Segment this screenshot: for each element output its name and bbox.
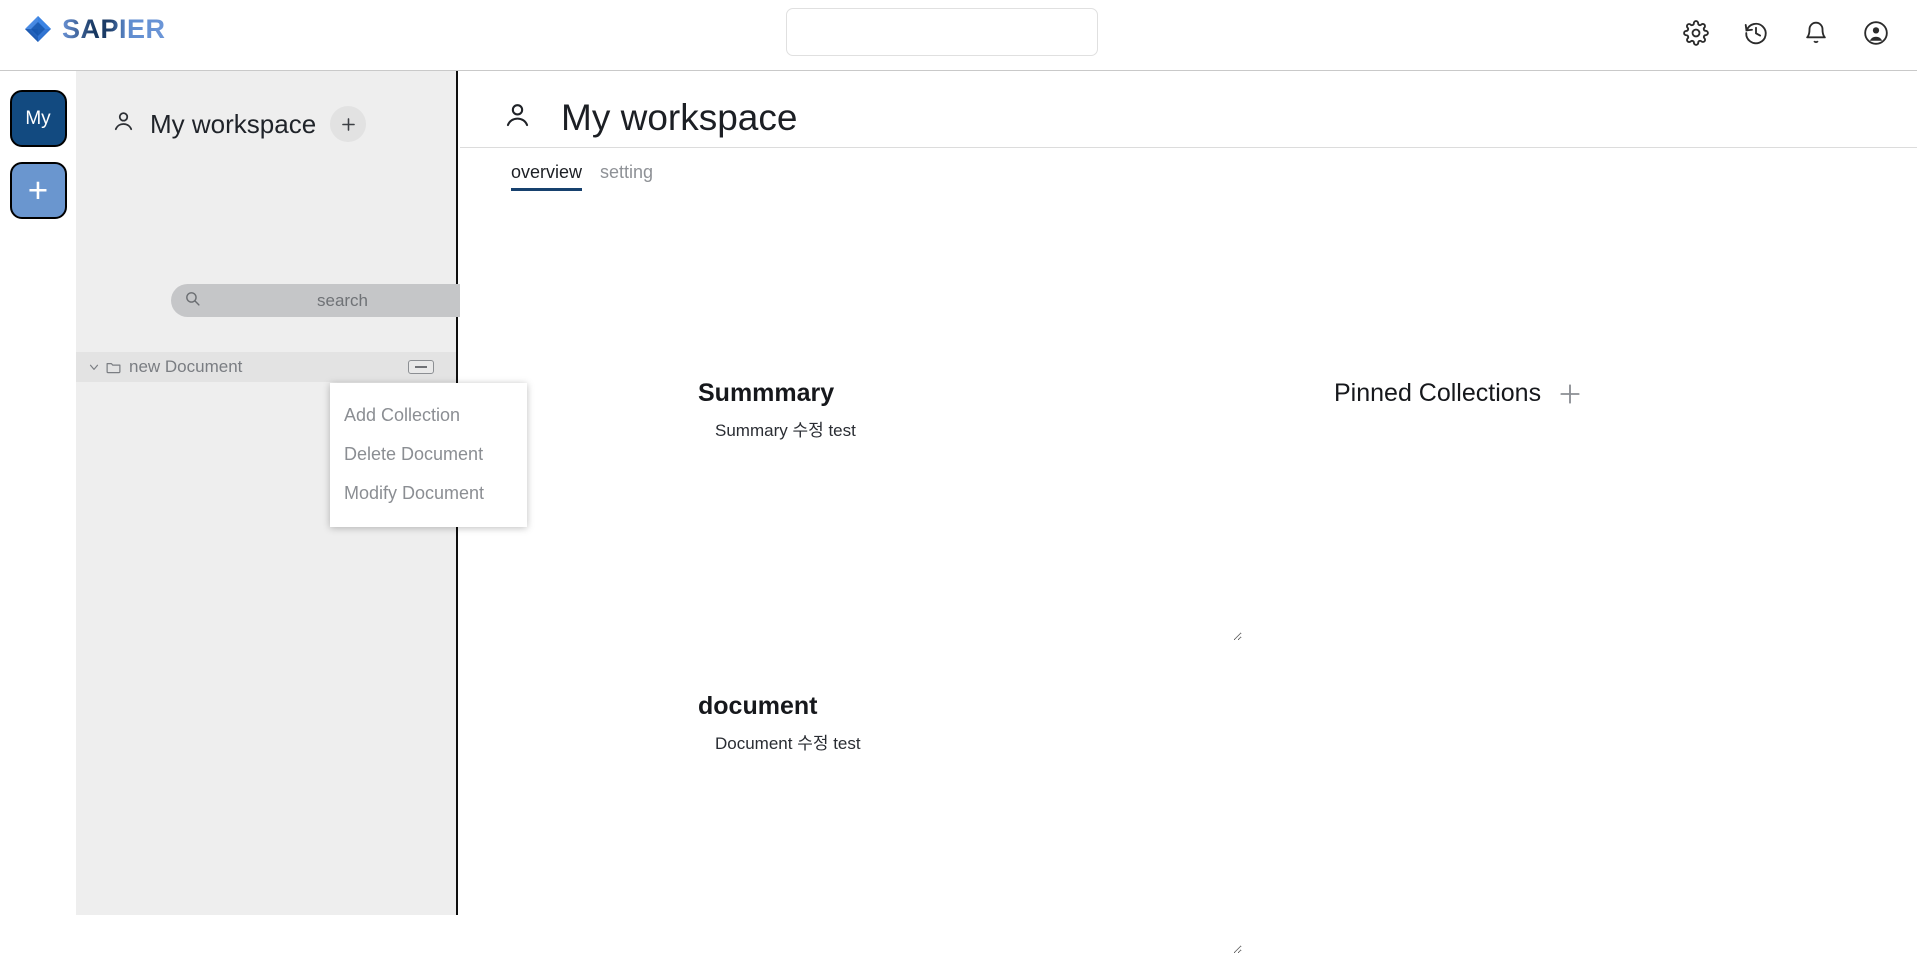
sidebar-panel: My workspace search new Document Add Col… <box>76 71 527 915</box>
document-context-menu: Add Collection Delete Document Modify Do… <box>330 383 527 527</box>
tab-overview[interactable]: overview <box>511 161 583 191</box>
ctx-delete-document[interactable]: Delete Document <box>330 435 527 474</box>
settings-gear-icon[interactable] <box>1683 20 1709 46</box>
ctx-add-collection[interactable]: Add Collection <box>330 396 527 435</box>
summary-heading: Summmary <box>698 379 835 407</box>
rail-workspace-my-button[interactable]: My <box>9 90 67 147</box>
plus-icon[interactable] <box>1557 381 1583 407</box>
tree-item-label: new Document <box>129 357 243 376</box>
summary-textarea[interactable] <box>715 419 1242 641</box>
document-heading: document <box>698 692 818 720</box>
tree-item-new-document[interactable]: new Document <box>76 352 456 382</box>
left-rail: My + <box>0 71 76 915</box>
content-tabs: overview setting <box>460 147 1917 191</box>
document-textarea[interactable] <box>715 732 1242 954</box>
tab-setting[interactable]: setting <box>600 161 653 191</box>
person-icon <box>111 109 136 139</box>
sidebar-search-placeholder: search <box>316 290 369 310</box>
person-icon <box>502 100 533 136</box>
brand-logo[interactable]: SAPIER <box>24 15 166 43</box>
page-header: My workspace <box>460 71 1917 147</box>
sidebar-add-button[interactable] <box>330 106 367 142</box>
account-avatar-icon[interactable] <box>1863 20 1889 46</box>
sidebar-workspace-header: My workspace <box>76 71 456 142</box>
pinned-collections-header: Pinned Collections <box>1334 379 1583 408</box>
chevron-down-icon[interactable] <box>85 360 103 374</box>
diamond-gem-icon <box>24 15 52 43</box>
ctx-modify-document[interactable]: Modify Document <box>330 474 527 513</box>
top-icon-group <box>1683 20 1889 46</box>
global-search-input[interactable] <box>786 8 1098 56</box>
folder-icon <box>105 359 122 376</box>
history-clock-icon[interactable] <box>1743 20 1769 46</box>
search-magnifier-icon <box>184 290 201 312</box>
page-title: My workspace <box>561 96 798 138</box>
main-content: My workspace overview setting Summmary P… <box>460 71 1917 954</box>
pinned-collections-heading: Pinned Collections <box>1334 379 1542 407</box>
brand-name: SAPIER <box>62 14 166 44</box>
notifications-bell-icon[interactable] <box>1803 20 1829 46</box>
top-header-bar: SAPIER <box>0 0 1917 71</box>
minus-box-icon[interactable] <box>408 360 434 374</box>
document-tree: new Document <box>76 352 456 382</box>
rail-workspace-add-button[interactable]: + <box>9 162 67 219</box>
sidebar-workspace-title: My workspace <box>150 109 317 139</box>
